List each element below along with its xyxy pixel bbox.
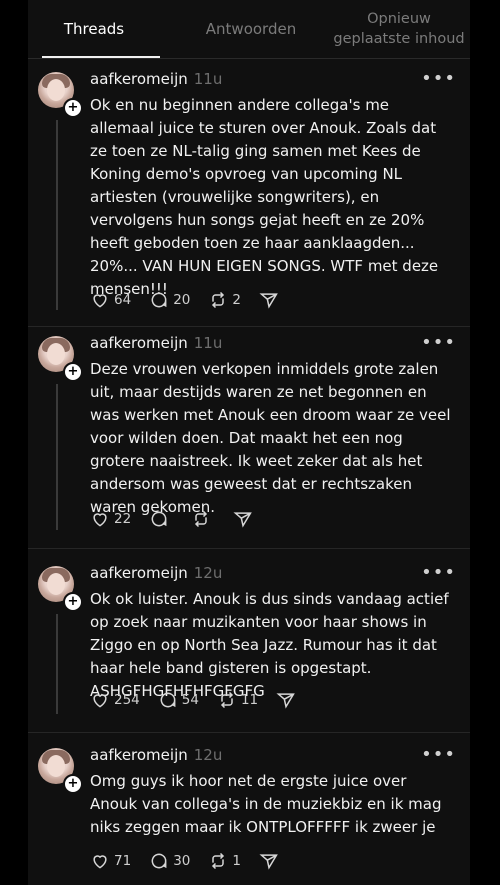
repost-count: 1 (232, 853, 241, 869)
repost-icon (212, 852, 225, 870)
post-divider (28, 326, 470, 327)
share-button[interactable] (276, 690, 300, 710)
like-count: 71 (114, 853, 132, 869)
threads-profile-feed: Threads Antwoorden Opnieuw geplaatste in… (28, 0, 470, 885)
username-text[interactable]: aafkeromeijn (90, 334, 188, 352)
comment-icon (160, 692, 176, 708)
heart-icon (93, 513, 107, 527)
reply-button[interactable]: 54 (158, 690, 199, 710)
username-text[interactable]: aafkeromeijn (90, 564, 188, 582)
plus-icon[interactable]: + (63, 362, 83, 382)
post-text: Ok en nu beginnen andere collega's me al… (90, 96, 439, 298)
share-icon (233, 512, 253, 528)
like-count: 254 (114, 692, 140, 708)
repost-button[interactable]: 11 (217, 690, 258, 710)
share-icon (276, 693, 295, 709)
like-count: 22 (114, 511, 132, 527)
comment-icon (151, 853, 167, 869)
post-username[interactable]: aafkeromeijn 11u (90, 70, 222, 88)
more-icon[interactable]: ••• (421, 332, 456, 353)
post-username[interactable]: aafkeromeijn 11u (90, 334, 222, 352)
more-icon[interactable]: ••• (421, 562, 456, 583)
post-time: 11u (193, 334, 223, 352)
like-button[interactable]: 254 (90, 690, 140, 710)
share-icon (259, 854, 278, 870)
plus-icon[interactable]: + (63, 98, 83, 118)
reply-button[interactable] (149, 509, 173, 529)
username-text[interactable]: aafkeromeijn (90, 746, 188, 764)
heart-icon (93, 694, 107, 708)
post-actions: 71 30 1 (90, 850, 301, 872)
repost-icon (212, 291, 225, 309)
thread-connector-line (56, 614, 58, 714)
reply-count: 54 (181, 692, 199, 708)
like-button[interactable]: 22 (90, 509, 131, 529)
post-divider (28, 548, 470, 549)
post-text: Omg guys ik hoor net de ergste juice ove… (90, 772, 442, 836)
repost-button[interactable]: 2 (208, 290, 241, 310)
more-icon[interactable]: ••• (421, 68, 456, 89)
repost-icon (195, 510, 208, 528)
post-actions: 64 20 2 (90, 289, 301, 311)
reply-button[interactable]: 20 (149, 290, 190, 310)
share-icon (259, 293, 278, 309)
tab-antwoorden[interactable]: Antwoorden (176, 0, 326, 58)
repost-button[interactable]: 1 (208, 851, 241, 871)
repost-count: 2 (232, 292, 241, 308)
share-button[interactable] (259, 851, 283, 871)
like-count: 64 (114, 292, 132, 308)
post-divider (28, 732, 470, 733)
like-button[interactable]: 71 (90, 851, 131, 871)
repost-icon (220, 691, 234, 709)
tab-threads[interactable]: Threads (28, 0, 160, 58)
reply-count: 30 (173, 853, 191, 869)
reply-count: 20 (173, 292, 191, 308)
post-username[interactable]: aafkeromeijn 12u (90, 564, 222, 582)
profile-tabs: Threads Antwoorden Opnieuw geplaatste in… (28, 0, 470, 59)
post-actions: 254 54 11 (90, 689, 318, 711)
share-button[interactable] (233, 509, 257, 529)
post-time: 12u (193, 746, 223, 764)
repost-count: 11 (240, 692, 259, 708)
plus-icon[interactable]: + (63, 774, 83, 794)
thread-post[interactable]: + aafkeromeijn 12u ••• Omg guys ik hoor n… (28, 744, 470, 885)
heart-icon (93, 294, 107, 308)
reply-button[interactable]: 30 (149, 851, 190, 871)
comment-icon (151, 511, 167, 527)
post-actions: 22 (90, 508, 275, 530)
thread-post[interactable]: + aafkeromeijn 11u ••• Ok en nu beginnen … (28, 68, 470, 326)
like-button[interactable]: 64 (90, 290, 131, 310)
plus-icon[interactable]: + (63, 592, 83, 612)
thread-connector-line (56, 120, 58, 310)
share-button[interactable] (259, 290, 283, 310)
active-tab-indicator (42, 56, 160, 58)
tab-reposts[interactable]: Opnieuw geplaatste inhoud (328, 0, 470, 58)
comment-icon (151, 292, 167, 308)
thread-post[interactable]: + aafkeromeijn 12u ••• Ok ok luister. Ano… (28, 562, 470, 727)
repost-button[interactable] (191, 509, 215, 529)
heart-icon (93, 855, 107, 869)
more-icon[interactable]: ••• (421, 744, 456, 765)
username-text[interactable]: aafkeromeijn (90, 70, 188, 88)
post-time: 11u (193, 70, 223, 88)
post-text: Deze vrouwen verkopen inmiddels grote za… (90, 360, 451, 516)
post-time: 12u (193, 564, 223, 582)
post-text: Ok ok luister. Anouk is dus sinds vandaa… (90, 590, 449, 700)
thread-post[interactable]: + aafkeromeijn 11u ••• Deze vrouwen verko… (28, 332, 470, 547)
post-username[interactable]: aafkeromeijn 12u (90, 746, 222, 764)
thread-connector-line (56, 384, 58, 530)
